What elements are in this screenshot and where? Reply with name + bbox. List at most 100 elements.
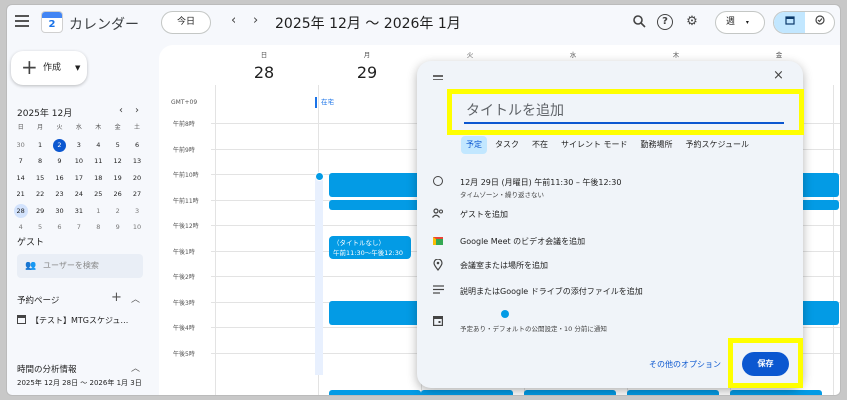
event-title-input[interactable] — [464, 100, 784, 124]
mini-calendar-day[interactable]: 18 — [89, 171, 108, 188]
mini-calendar-day[interactable]: 30 — [50, 204, 69, 221]
mini-calendar-day[interactable]: 23 — [50, 187, 69, 204]
event-block[interactable] — [730, 390, 822, 395]
previous-period-button[interactable]: ‹ — [231, 13, 236, 28]
mini-calendar-day[interactable]: 9 — [108, 220, 127, 237]
mini-calendar-day[interactable]: 12 — [108, 154, 127, 171]
mini-calendar-day[interactable]: 13 — [127, 154, 146, 171]
tab-appointment-schedule[interactable]: 予約スケジュール — [681, 136, 754, 154]
help-icon[interactable]: ? — [657, 14, 673, 30]
event-block[interactable] — [329, 390, 421, 395]
mini-calendar-day[interactable]: 3 — [127, 204, 146, 221]
mini-calendar-day[interactable]: 6 — [127, 138, 146, 155]
chevron-up-icon[interactable]: ︿ — [131, 292, 140, 305]
tab-focus-time[interactable]: サイレント モード — [556, 136, 633, 154]
location-pin-icon — [431, 258, 445, 274]
mini-calendar-prev-button[interactable]: ‹ — [119, 105, 123, 116]
tasks-view-toggle[interactable] — [805, 12, 834, 33]
event-block[interactable] — [329, 301, 421, 325]
menu-icon[interactable] — [15, 15, 29, 29]
mini-calendar-day[interactable]: 14 — [11, 171, 30, 188]
chevron-up-icon[interactable]: ︿ — [131, 361, 140, 374]
gear-icon[interactable]: ⚙ — [684, 14, 700, 30]
mini-calendar-day[interactable]: 7 — [11, 154, 30, 171]
save-highlight: 保存 — [728, 338, 803, 388]
event-block[interactable] — [421, 390, 513, 395]
booking-page-item[interactable]: 【テスト】MTGスケジュ… — [17, 315, 128, 326]
mini-calendar-day[interactable]: 20 — [127, 171, 146, 188]
tab-event[interactable]: 予定 — [461, 136, 487, 154]
mini-calendar-day[interactable]: 2 — [50, 138, 69, 155]
mini-calendar-day[interactable]: 22 — [30, 187, 49, 204]
mini-calendar-day[interactable]: 29 — [30, 204, 49, 221]
mini-calendar-day[interactable]: 11 — [89, 154, 108, 171]
day-header-mon[interactable]: 月 29 — [318, 49, 416, 82]
mini-calendar-day[interactable]: 6 — [50, 220, 69, 237]
save-button[interactable]: 保存 — [742, 352, 789, 376]
check-circle-icon — [815, 15, 825, 25]
event-block[interactable] — [799, 173, 839, 197]
mini-calendar-day[interactable]: 5 — [108, 138, 127, 155]
mini-calendar-next-button[interactable]: › — [135, 105, 139, 116]
mini-calendar-day[interactable]: 27 — [127, 187, 146, 204]
calendar-view-toggle[interactable] — [774, 12, 805, 33]
event-block[interactable] — [329, 200, 421, 210]
mini-calendar-day[interactable]: 1 — [30, 138, 49, 155]
event-block[interactable] — [799, 301, 839, 325]
create-button[interactable]: + 作成 ▼ — [11, 51, 87, 85]
calendar-color-dot[interactable] — [501, 310, 509, 318]
drag-handle-icon[interactable] — [315, 172, 324, 181]
people-icon: 👥 — [25, 261, 37, 271]
next-period-button[interactable]: › — [253, 13, 258, 28]
draft-event-chip[interactable]: （タイトルなし） 午前11:30〜午後12:30 — [329, 236, 411, 259]
mini-calendar-day[interactable]: 21 — [11, 187, 30, 204]
event-block[interactable] — [627, 390, 719, 395]
calendar-task-toggle — [773, 11, 835, 34]
mini-calendar-day[interactable]: 8 — [30, 154, 49, 171]
mini-calendar-day[interactable]: 1 — [89, 204, 108, 221]
description-lines-icon — [431, 285, 445, 297]
mini-calendar-day[interactable]: 8 — [89, 220, 108, 237]
user-search-placeholder: ユーザーを検索 — [43, 261, 99, 270]
mini-calendar-week: 7 8 9 10 11 12 13 — [11, 154, 147, 171]
time-label: 午前11時 — [173, 197, 199, 205]
mini-calendar-day[interactable]: 10 — [69, 154, 88, 171]
mini-calendar-day[interactable]: 24 — [69, 187, 88, 204]
selected-range-bar — [315, 175, 323, 375]
more-options-button[interactable]: その他のオプション — [649, 359, 721, 370]
mini-calendar-day[interactable]: 3 — [69, 138, 88, 155]
mini-calendar-day[interactable]: 7 — [69, 220, 88, 237]
mini-calendar-day[interactable]: 30 — [11, 138, 30, 155]
user-search-input[interactable]: 👥 ユーザーを検索 — [17, 254, 143, 278]
mini-calendar-day[interactable]: 15 — [30, 171, 49, 188]
mini-calendar-day[interactable]: 4 — [89, 138, 108, 155]
mini-calendar-week: 28 29 30 31 1 2 3 — [11, 203, 147, 221]
mini-calendar-day[interactable]: 25 — [89, 187, 108, 204]
day-header-sun[interactable]: 日 28 — [215, 49, 313, 82]
add-booking-page-button[interactable]: + — [111, 290, 122, 305]
mini-calendar-day[interactable]: 10 — [127, 220, 146, 237]
view-selector[interactable]: 週 ▾ — [715, 11, 765, 34]
time-label: 午前8時 — [173, 121, 195, 128]
tab-task[interactable]: タスク — [490, 136, 524, 154]
today-button[interactable]: 今日 — [161, 11, 211, 34]
mini-calendar-day[interactable]: 28 — [11, 203, 30, 221]
booking-page-label: 【テスト】MTGスケジュ… — [31, 316, 129, 325]
mini-calendar-day[interactable]: 16 — [50, 171, 69, 188]
close-icon[interactable]: × — [773, 68, 784, 83]
search-icon[interactable] — [631, 14, 647, 30]
calendar-logo-icon[interactable]: 2 — [41, 11, 63, 33]
timezone-repeat-link[interactable]: タイムゾーン・繰り返さない — [460, 189, 544, 199]
tab-working-location[interactable]: 勤務場所 — [636, 136, 678, 154]
mini-calendar-day[interactable]: 19 — [108, 171, 127, 188]
mini-calendar-day[interactable]: 26 — [108, 187, 127, 204]
mini-calendar-day[interactable]: 31 — [69, 204, 88, 221]
mini-calendar-day[interactable]: 9 — [50, 154, 69, 171]
mini-calendar-day[interactable]: 17 — [69, 171, 88, 188]
mini-calendar-day[interactable]: 2 — [108, 204, 127, 221]
event-block[interactable] — [799, 200, 839, 210]
tab-out-of-office[interactable]: 不在 — [527, 136, 553, 154]
drag-handle-icon[interactable] — [433, 75, 443, 82]
event-block[interactable] — [524, 390, 616, 395]
event-block[interactable] — [329, 173, 421, 197]
